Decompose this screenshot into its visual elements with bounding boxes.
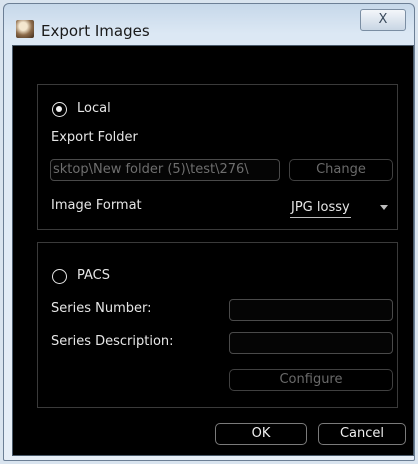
ok-button[interactable]: OK bbox=[215, 423, 307, 445]
configure-button[interactable]: Configure bbox=[229, 369, 393, 391]
export-images-dialog: Export Images X Local Export Folder skto… bbox=[3, 3, 415, 461]
pacs-radio-label[interactable]: PACS bbox=[77, 268, 110, 283]
title-bar[interactable]: Export Images X bbox=[4, 4, 414, 42]
local-radio-label[interactable]: Local bbox=[77, 101, 111, 116]
image-format-label: Image Format bbox=[51, 198, 142, 213]
close-button[interactable]: X bbox=[360, 9, 406, 31]
series-description-field[interactable] bbox=[229, 332, 393, 354]
app-icon bbox=[16, 20, 34, 38]
image-format-value: JPG lossy bbox=[290, 199, 351, 218]
export-folder-field[interactable]: sktop\New folder (5)\test\276\ bbox=[50, 159, 280, 181]
series-number-field[interactable] bbox=[229, 299, 393, 321]
close-icon: X bbox=[378, 12, 388, 27]
pacs-radio[interactable] bbox=[52, 269, 67, 284]
cancel-button[interactable]: Cancel bbox=[318, 423, 406, 445]
series-description-label: Series Description: bbox=[51, 334, 174, 349]
series-number-label: Series Number: bbox=[51, 301, 152, 316]
export-folder-label: Export Folder bbox=[51, 130, 138, 145]
change-button[interactable]: Change bbox=[289, 159, 393, 181]
dialog-title: Export Images bbox=[41, 22, 150, 40]
dialog-content: Local Export Folder sktop\New folder (5)… bbox=[12, 45, 414, 456]
chevron-down-icon bbox=[380, 205, 388, 210]
local-radio[interactable] bbox=[52, 102, 67, 117]
image-format-select[interactable]: JPG lossy bbox=[268, 199, 388, 219]
export-folder-value: sktop\New folder (5)\test\276\ bbox=[53, 162, 249, 177]
